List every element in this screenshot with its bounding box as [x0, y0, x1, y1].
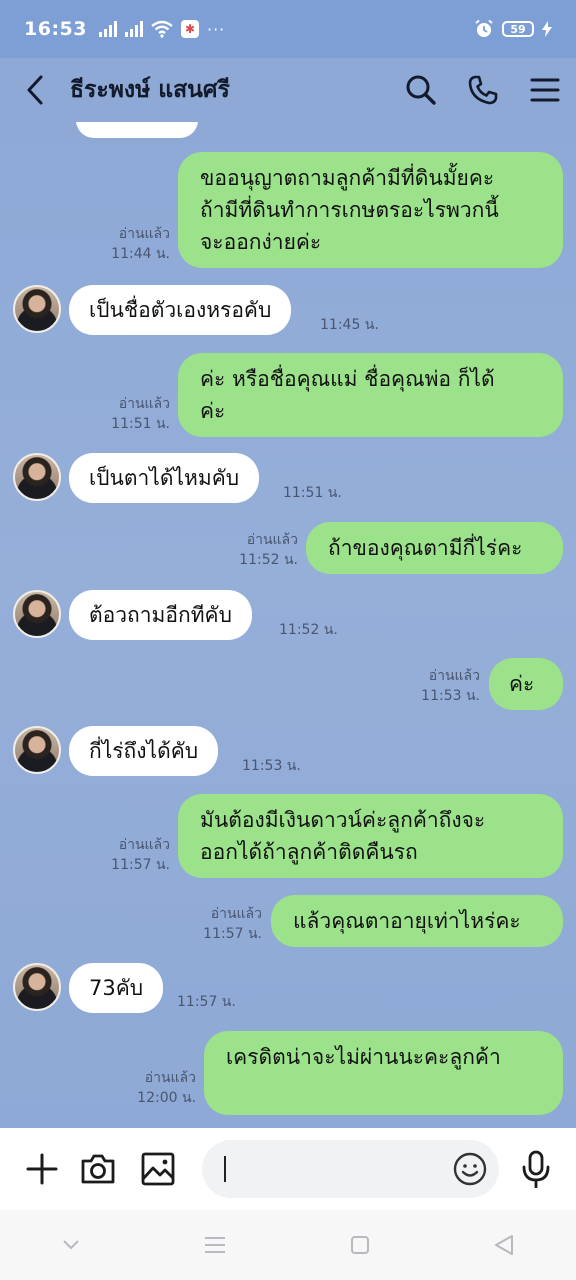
back-button[interactable] [0, 58, 70, 122]
message-time: 11:57 น. [111, 857, 170, 873]
contact-avatar[interactable] [13, 963, 61, 1011]
wifi-icon [151, 20, 173, 38]
message-time: 11:57 น. [203, 926, 262, 942]
incoming-message-bubble[interactable]: กี่ไร่ถึงได้คับ [69, 726, 219, 776]
charging-icon [542, 21, 552, 37]
message-text: กี่ไร่ถึงได้คับ [89, 739, 199, 763]
message-time: 11:53 น. [421, 688, 480, 704]
emoji-icon[interactable] [453, 1152, 487, 1186]
message-text: เป็นตาได้ไหมคับ [89, 466, 240, 490]
message-meta: อ่านแล้ว 11:44 น. [100, 224, 170, 264]
message-time: 11:52 น. [279, 622, 338, 638]
message-time: 11:51 น. [111, 416, 170, 432]
message-text: เครดิตน่าจะไม่ผ่านนะคะลูกค้า [226, 1045, 501, 1069]
recent-apps-icon[interactable] [204, 1236, 226, 1254]
outgoing-message-bubble[interactable]: มันต้องมีเงินดาวน์ค่ะลูกค้าถึงจะ ออกได้ถ… [178, 794, 563, 878]
outgoing-message-bubble[interactable]: ขออนุญาตถามลูกค้ามีที่ดินมั้ยคะ ถ้ามีที่… [178, 152, 563, 268]
chat-message-list[interactable]: อ่านแล้ว 11:44 น. ขออนุญาตถามลูกค้ามีที่… [0, 122, 576, 1128]
text-cursor [224, 1156, 226, 1182]
message-text: ขออนุญาตถามลูกค้ามีที่ดินมั้ยคะ [200, 166, 495, 190]
search-icon [406, 75, 436, 105]
alarm-icon [475, 19, 493, 37]
incoming-message-bubble[interactable]: เป็นชื่อตัวเองหรอคับ [69, 285, 292, 335]
message-meta: อ่านแล้ว 11:57 น. [100, 835, 170, 875]
incoming-message-bubble[interactable]: ต้อวถามอีกทีคับ [69, 590, 252, 640]
message-text: ค่ะ [509, 672, 535, 696]
status-bar: 16:53 ✱ ··· 59 [0, 0, 576, 58]
outgoing-message-bubble[interactable]: ค่ะ [489, 658, 563, 710]
voice-message-button[interactable] [508, 1128, 564, 1210]
read-receipt: อ่านแล้ว [118, 226, 170, 242]
app-notification-icon: ✱ [180, 20, 199, 38]
message-meta: อ่านแล้ว 11:57 น. [192, 904, 262, 944]
read-receipt: อ่านแล้ว [428, 668, 480, 684]
message-text: ค่ะ [200, 399, 226, 423]
call-button[interactable] [452, 58, 514, 122]
back-triangle-icon[interactable] [494, 1234, 514, 1256]
incoming-message-bubble[interactable]: 73คับ [69, 963, 164, 1013]
message-time: 11:57 น. [177, 994, 236, 1010]
chat-header: ธีระพงษ์ แสนศรี [0, 58, 576, 122]
message-text: ต้อวถามอีกทีคับ [89, 603, 232, 627]
image-icon [141, 1152, 175, 1186]
message-meta: อ่านแล้ว 12:00 น. [126, 1068, 196, 1108]
message-time: 11:53 น. [242, 758, 301, 774]
partial-incoming-bubble [76, 122, 198, 138]
contact-avatar[interactable] [13, 590, 61, 638]
gallery-button[interactable] [130, 1128, 186, 1210]
message-text: จะออกง่ายค่ะ [200, 230, 322, 254]
menu-button[interactable] [514, 58, 576, 122]
message-meta: อ่านแล้ว 11:51 น. [100, 394, 170, 434]
status-time: 16:53 [24, 18, 87, 40]
home-icon[interactable] [350, 1235, 370, 1255]
hamburger-menu-icon [530, 78, 560, 102]
microphone-icon [522, 1150, 550, 1188]
message-composer [0, 1128, 576, 1210]
read-receipt: อ่านแล้ว [246, 532, 298, 548]
outgoing-message-bubble[interactable]: แล้วคุณตาอายุเท่าไหร่คะ [271, 895, 563, 947]
message-text: ออกได้ถ้าลูกค้าติดคืนรถ [200, 840, 418, 864]
camera-icon [81, 1154, 115, 1184]
read-receipt: อ่านแล้ว [144, 1070, 196, 1086]
more-notifications-icon: ··· [206, 19, 226, 39]
cell-signal-icon [98, 21, 117, 37]
add-button[interactable] [14, 1128, 70, 1210]
message-text: แล้วคุณตาอายุเท่าไหร่คะ [293, 909, 521, 933]
message-text: เป็นชื่อตัวเองหรอคับ [89, 298, 272, 322]
message-text: ถ้ามีที่ดินทำการเกษตรอะไรพวกนี้ [200, 198, 499, 222]
battery-icon: 59 [502, 21, 534, 37]
message-meta: อ่านแล้ว 11:52 น. [228, 530, 298, 570]
outgoing-message-bubble[interactable]: เครดิตน่าจะไม่ผ่านนะคะลูกค้า [204, 1031, 563, 1115]
message-time: 11:52 น. [239, 552, 298, 568]
message-time: 11:44 น. [111, 246, 170, 262]
read-receipt: อ่านแล้ว [118, 837, 170, 853]
message-text: ค่ะ หรือชื่อคุณแม่ ชื่อคุณพ่อ ก็ได้ [200, 367, 495, 391]
message-time: 11:45 น. [320, 317, 379, 333]
contact-avatar[interactable] [13, 453, 61, 501]
message-text: 73คับ [89, 976, 144, 1000]
message-time: 11:51 น. [283, 485, 342, 501]
search-button[interactable] [390, 58, 452, 122]
camera-button[interactable] [70, 1128, 126, 1210]
chevron-left-icon [27, 75, 43, 105]
phone-icon [468, 75, 498, 105]
message-meta: อ่านแล้ว 11:53 น. [410, 666, 480, 706]
chevron-down-icon[interactable] [62, 1239, 80, 1251]
plus-icon [26, 1153, 58, 1185]
contact-avatar[interactable] [13, 726, 61, 774]
incoming-message-bubble[interactable]: เป็นตาได้ไหมคับ [69, 453, 260, 503]
read-receipt: อ่านแล้ว [118, 396, 170, 412]
message-input[interactable] [202, 1140, 499, 1198]
read-receipt: อ่านแล้ว [210, 906, 262, 922]
outgoing-message-bubble[interactable]: ถ้าของคุณตามีกี่ไร่คะ [306, 522, 563, 574]
outgoing-message-bubble[interactable]: ค่ะ หรือชื่อคุณแม่ ชื่อคุณพ่อ ก็ได้ ค่ะ [178, 353, 563, 437]
system-navigation-bar [0, 1210, 576, 1280]
contact-name[interactable]: ธีระพงษ์ แสนศรี [70, 72, 390, 108]
cell-signal-2-icon [124, 21, 143, 37]
message-text: ถ้าของคุณตามีกี่ไร่คะ [328, 536, 523, 560]
message-text: มันต้องมีเงินดาวน์ค่ะลูกค้าถึงจะ [200, 808, 486, 832]
contact-avatar[interactable] [13, 285, 61, 333]
message-time: 12:00 น. [137, 1090, 196, 1106]
